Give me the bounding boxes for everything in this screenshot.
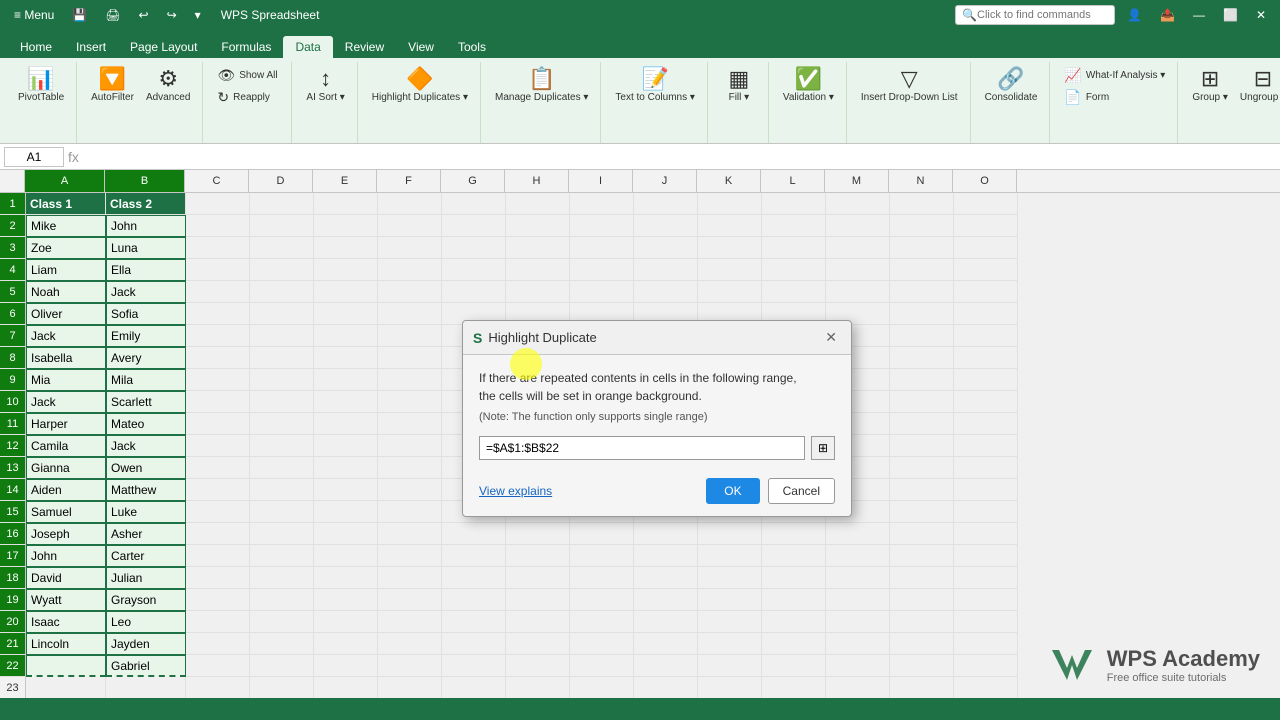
dialog-description-1: If there are repeated contents in cells … [479, 369, 835, 387]
dialog-action-buttons: OK Cancel [706, 478, 835, 504]
dialog-note: (Note: The function only supports single… [479, 409, 835, 426]
dialog-body: If there are repeated contents in cells … [463, 355, 851, 470]
dialog-overlay: S Highlight Duplicate ✕ If there are rep… [0, 0, 1280, 720]
dialog-cancel-button[interactable]: Cancel [768, 478, 835, 504]
dialog-app-icon: S [473, 330, 482, 346]
dialog-range-picker-button[interactable]: ⊞ [811, 436, 835, 460]
dialog-range-input[interactable] [479, 436, 805, 460]
dialog-title-text: Highlight Duplicate [488, 330, 596, 345]
dialog-description-2: the cells will be set in orange backgrou… [479, 387, 835, 405]
dialog-title-left: S Highlight Duplicate [473, 330, 597, 346]
dialog-ok-button[interactable]: OK [706, 478, 759, 504]
view-explains-button[interactable]: View explains [479, 484, 552, 498]
dialog-footer: View explains OK Cancel [463, 470, 851, 516]
dialog-title-bar: S Highlight Duplicate ✕ [463, 321, 851, 355]
dialog-range-row: ⊞ [479, 436, 835, 460]
highlight-duplicate-dialog: S Highlight Duplicate ✕ If there are rep… [462, 320, 852, 517]
dialog-close-button[interactable]: ✕ [821, 327, 841, 348]
